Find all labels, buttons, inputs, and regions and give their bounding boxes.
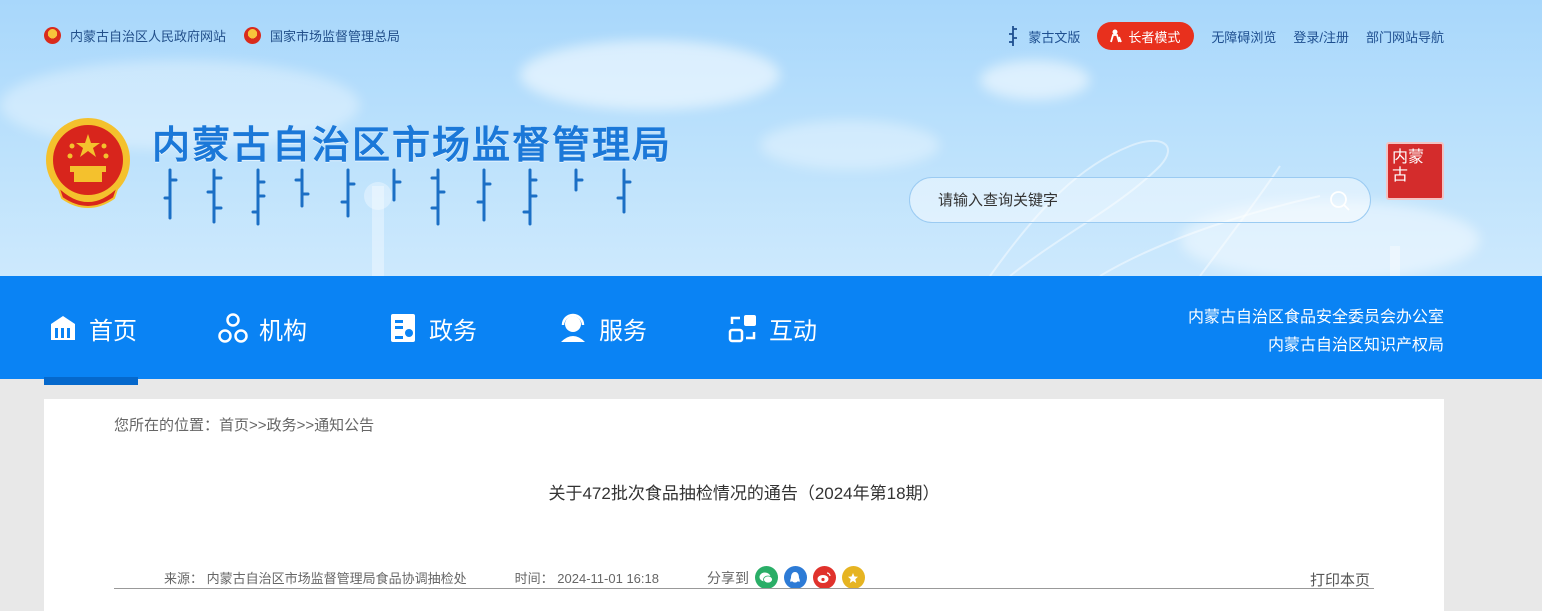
samr-link-label: 国家市场监督管理总局 <box>270 29 401 44</box>
nav-service-label: 服务 <box>599 317 647 345</box>
wechat-share-icon[interactable] <box>754 566 778 589</box>
emblem-small-icon <box>44 27 61 44</box>
nav-active-indicator <box>44 377 138 385</box>
weibo-share-icon[interactable] <box>812 566 836 589</box>
breadcrumb-home[interactable]: 首页 <box>219 417 249 434</box>
nav-interaction-label: 互动 <box>769 317 817 345</box>
mongolian-script-title <box>163 168 632 226</box>
nav-item-government-affairs[interactable]: 政务 <box>388 310 477 346</box>
nav-item-service[interactable]: 服务 <box>558 310 647 346</box>
article-meta: 来源： 内蒙古自治区市场监督管理局食品协调抽检处 时间： 2024-11-01 … <box>164 566 865 589</box>
top-left-links: 内蒙古自治区人民政府网站 国家市场监督管理总局 <box>44 26 418 45</box>
mongolian-script-icon <box>1009 26 1018 46</box>
site-title[interactable]: 内蒙古自治区市场监督管理局 <box>152 114 672 169</box>
nav-item-home[interactable]: 首页 <box>48 310 137 346</box>
site-header: 内蒙古自治区人民政府网站 国家市场监督管理总局 蒙古文版 长者模式 无障碍浏览 … <box>0 0 1542 276</box>
article-time: 时间： 2024-11-01 16:18 <box>515 568 659 587</box>
search-icon[interactable] <box>1328 189 1352 213</box>
service-headset-icon <box>561 313 585 342</box>
share-bar: 分享到 <box>707 566 865 589</box>
favorite-share-icon[interactable] <box>841 566 865 589</box>
home-icon <box>51 316 75 340</box>
breadcrumb-affairs[interactable]: 政务 <box>267 417 297 434</box>
food-safety-committee-link[interactable]: 内蒙古自治区食品安全委员会办公室 <box>1188 304 1444 332</box>
share-label: 分享到 <box>706 569 749 586</box>
emblem-small-icon <box>244 27 262 44</box>
elder-mode-button[interactable]: 长者模式 <box>1097 22 1195 50</box>
nav-home-label: 首页 <box>89 317 137 345</box>
top-right-links: 蒙古文版 长者模式 无障碍浏览 登录/注册 部门网站导航 <box>989 22 1444 50</box>
article-panel: 您所在的位置：首页>>政务>>通知公告 关于472批次食品抽检情况的通告（202… <box>44 399 1444 611</box>
search-box[interactable] <box>909 177 1371 223</box>
dept-nav-link[interactable]: 部门网站导航 <box>1366 27 1444 46</box>
time-value: 2024-11-01 16:18 <box>557 571 659 586</box>
document-icon <box>391 314 415 342</box>
breadcrumb-separator: >> <box>249 417 267 434</box>
breadcrumb-prefix: 您所在的位置： <box>114 417 220 434</box>
nav-right-links: 内蒙古自治区食品安全委员会办公室 内蒙古自治区知识产权局 <box>1188 304 1444 360</box>
print-page-link[interactable]: 打印本页 <box>1310 569 1370 590</box>
interaction-icon <box>728 315 756 343</box>
samr-link[interactable]: 国家市场监督管理总局 <box>244 26 400 45</box>
time-label: 时间： <box>514 571 554 586</box>
article-source: 来源： 内蒙古自治区市场监督管理局食品协调抽检处 <box>164 568 467 587</box>
source-value: 内蒙古自治区市场监督管理局食品协调抽检处 <box>206 571 467 586</box>
gov-site-link-label: 内蒙古自治区人民政府网站 <box>70 29 227 44</box>
breadcrumb: 您所在的位置：首页>>政务>>通知公告 <box>114 414 374 435</box>
nav-item-organization[interactable]: 机构 <box>218 310 307 346</box>
seal-text: 内蒙古 <box>1392 147 1425 184</box>
main-nav: 首页 机构 政务 服务 互动 内蒙古自治区食品安全委员会办公室 内蒙古自治区知识… <box>0 276 1542 385</box>
breadcrumb-notices[interactable]: 通知公告 <box>314 417 374 434</box>
login-register-link[interactable]: 登录/注册 <box>1293 27 1349 46</box>
mongolian-version-label: 蒙古文版 <box>1028 29 1081 45</box>
ip-bureau-link[interactable]: 内蒙古自治区知识产权局 <box>1188 332 1444 360</box>
organization-icon <box>218 313 248 343</box>
nav-organization-label: 机构 <box>259 317 307 345</box>
search-input[interactable] <box>938 191 1298 209</box>
nav-government-affairs-label: 政务 <box>429 317 477 345</box>
breadcrumb-separator: >> <box>296 417 315 434</box>
meta-divider <box>114 588 1374 589</box>
national-emblem-logo[interactable] <box>44 116 132 212</box>
qq-share-icon[interactable] <box>783 566 807 589</box>
elder-mode-label: 长者模式 <box>1128 29 1181 45</box>
elder-person-icon <box>1110 29 1123 43</box>
accessible-browse-link[interactable]: 无障碍浏览 <box>1211 27 1276 46</box>
source-label: 来源： <box>164 571 204 586</box>
mongolian-version-link[interactable]: 蒙古文版 <box>1006 25 1080 47</box>
gov-site-link[interactable]: 内蒙古自治区人民政府网站 <box>44 26 226 45</box>
article-title: 关于472批次食品抽检情况的通告（2024年第18期） <box>548 484 940 503</box>
nav-item-interaction[interactable]: 互动 <box>728 310 817 346</box>
inner-mongolia-seal-logo: 内蒙古 <box>1386 142 1444 200</box>
